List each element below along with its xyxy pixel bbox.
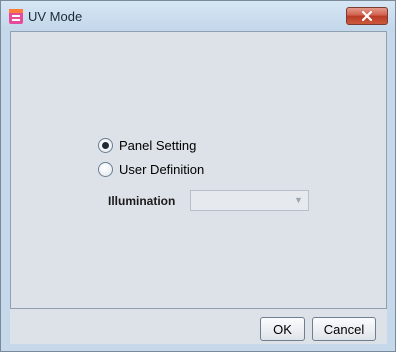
ok-button[interactable]: OK [260, 317, 305, 341]
user-definition-option[interactable]: User Definition [98, 162, 204, 177]
close-icon [362, 11, 372, 21]
window-title: UV Mode [28, 9, 83, 24]
title-bar: UV Mode [1, 1, 395, 31]
illumination-label: Illumination [108, 194, 176, 208]
cancel-button[interactable]: Cancel [312, 317, 376, 341]
panel-setting-label: Panel Setting [119, 138, 197, 153]
illumination-select[interactable]: ▼ [190, 190, 309, 211]
panel-setting-radio[interactable] [98, 138, 113, 153]
close-button[interactable] [346, 7, 388, 25]
uv-mode-app-icon [9, 9, 23, 24]
uv-mode-dialog: UV Mode Panel Setting User Definition Il… [0, 0, 396, 352]
panel-setting-option[interactable]: Panel Setting [98, 138, 196, 153]
user-definition-label: User Definition [119, 162, 205, 177]
user-definition-radio[interactable] [98, 162, 113, 177]
chevron-down-icon: ▼ [294, 195, 303, 205]
